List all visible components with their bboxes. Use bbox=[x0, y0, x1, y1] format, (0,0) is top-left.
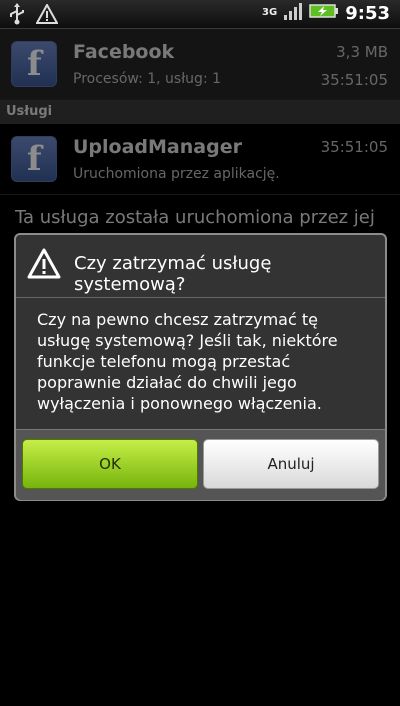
dialog-message: Czy na pewno chcesz zatrzymać tę usługę … bbox=[37, 310, 338, 413]
service-time: 35:51:05 bbox=[320, 138, 388, 156]
network-type-label: 3G bbox=[262, 7, 278, 18]
app-size: 3,3 MB bbox=[336, 43, 388, 61]
dialog-header: Czy zatrzymać usługę systemową? bbox=[16, 235, 385, 298]
section-header: Usługi bbox=[0, 100, 400, 124]
dialog-button-bar: OK Anuluj bbox=[16, 429, 385, 500]
facebook-app-icon: f bbox=[11, 41, 57, 87]
app-name: Facebook bbox=[73, 41, 175, 63]
warning-icon bbox=[27, 247, 61, 281]
service-description: Ta usługa została uruchomiona przez jej bbox=[15, 207, 375, 228]
app-time: 35:51:05 bbox=[320, 71, 388, 89]
clock: 9:53 bbox=[345, 2, 390, 24]
list-item[interactable]: f Facebook Procesów: 1, usług: 1 3,3 MB … bbox=[0, 29, 400, 100]
service-started-by: Uruchomiona przez aplikację. bbox=[73, 166, 280, 182]
stop-service-dialog: Czy zatrzymać usługę systemową? Czy na p… bbox=[14, 233, 387, 501]
ok-button[interactable]: OK bbox=[22, 439, 198, 489]
app-processes: Procesów: 1, usług: 1 bbox=[73, 71, 222, 87]
usb-icon bbox=[8, 3, 26, 29]
signal-icon bbox=[283, 2, 303, 24]
battery-charging-icon bbox=[309, 3, 339, 23]
warning-icon bbox=[35, 2, 59, 28]
service-name: UploadManager bbox=[73, 136, 242, 158]
status-bar: 3G 9:53 bbox=[0, 0, 400, 29]
list-item[interactable]: f UploadManager Uruchomiona przez aplika… bbox=[0, 124, 400, 195]
dialog-title: Czy zatrzymać usługę systemową? bbox=[74, 253, 272, 295]
cancel-button[interactable]: Anuluj bbox=[203, 439, 379, 489]
facebook-app-icon: f bbox=[11, 136, 57, 182]
